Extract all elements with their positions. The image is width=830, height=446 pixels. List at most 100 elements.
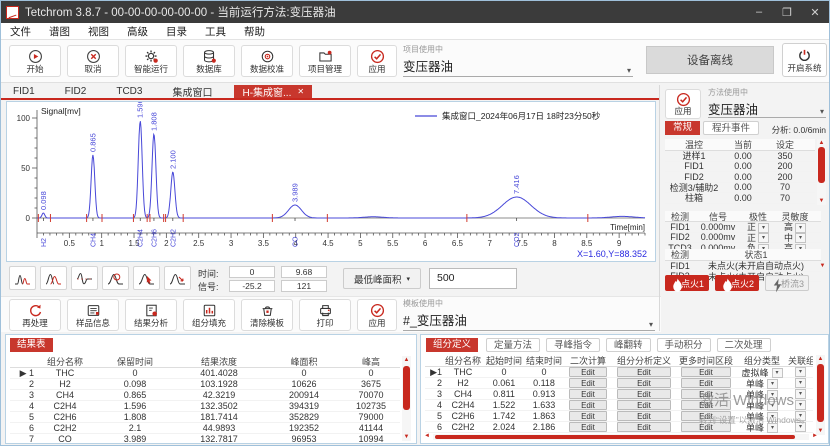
edit-button[interactable]: Edit xyxy=(569,411,607,421)
method-combo[interactable]: 方法使用中 变压器油 ▾ xyxy=(708,87,826,118)
component-row-C2H2[interactable]: 6C2H22.0242.186EditEditEdit单峰▾▾ xyxy=(425,422,813,433)
peak-drop-tool-button[interactable] xyxy=(164,266,191,290)
edit-button[interactable]: Edit xyxy=(681,378,731,388)
chevron-down-icon[interactable]: ▾ xyxy=(795,411,806,421)
result-row-THC[interactable]: ▶ 1THC0401.402800 xyxy=(10,368,400,379)
cancel-button[interactable]: 取消 xyxy=(67,45,119,77)
minimize-button[interactable]: – xyxy=(745,6,773,18)
tab-general[interactable]: 常规 xyxy=(665,121,700,135)
peak-updown-tool-button[interactable] xyxy=(71,266,98,290)
menu-tools[interactable]: 工具 xyxy=(196,24,235,39)
min-peak-area-dropdown[interactable]: 最低峰面积 ▾ xyxy=(343,268,421,289)
edit-button[interactable]: Edit xyxy=(569,422,607,432)
edit-button[interactable]: Edit xyxy=(617,422,671,432)
power-on-system-button[interactable]: 开启系统 xyxy=(782,43,827,77)
result-row-H2[interactable]: 2H20.098103.1928106263675 xyxy=(10,379,400,390)
component-fill-button[interactable]: 组分填充 xyxy=(183,299,235,331)
tab-fid2[interactable]: FID2 xyxy=(57,85,95,98)
chevron-down-icon[interactable]: ▾ xyxy=(627,66,631,75)
apply-method-button[interactable]: 应用 xyxy=(665,89,701,119)
menu-spectrum[interactable]: 谱图 xyxy=(40,24,79,39)
temp-zone-row[interactable]: 进样10.00350 xyxy=(665,151,815,162)
tab-fid1[interactable]: FID1 xyxy=(5,85,43,98)
result-row-CO[interactable]: 7CO3.989132.78179695310994 xyxy=(10,434,400,445)
signal-to-field[interactable]: 121 xyxy=(281,280,327,292)
edit-button[interactable]: Edit xyxy=(617,389,671,399)
edit-button[interactable]: Edit xyxy=(617,411,671,421)
menu-file[interactable]: 文件 xyxy=(1,24,40,39)
project-combo[interactable]: 项目使用中 变压器油 ▾ xyxy=(403,44,633,77)
chevron-down-icon[interactable]: ▾ xyxy=(767,423,778,433)
time-to-field[interactable]: 9.68 xyxy=(281,266,327,278)
result-row-C2H6[interactable]: 5C2H61.808181.741435282979000 xyxy=(10,412,400,423)
edit-button[interactable]: Edit xyxy=(681,367,731,377)
edit-button[interactable]: Edit xyxy=(681,389,731,399)
ignite-1-button[interactable]: 点火1 xyxy=(665,275,709,291)
tab-二次处理[interactable]: 二次处理 xyxy=(717,338,771,352)
edit-button[interactable]: Edit xyxy=(681,411,731,421)
tab-temp-program[interactable]: 程升事件 xyxy=(703,121,759,135)
clear-template-button[interactable]: 清除模板 xyxy=(241,299,293,331)
edit-button[interactable]: Edit xyxy=(681,400,731,410)
edit-button[interactable]: Edit xyxy=(617,367,671,377)
signal-from-field[interactable]: -25.2 xyxy=(229,280,275,292)
chevron-down-icon[interactable]: ▾ xyxy=(649,320,653,329)
sample-info-button[interactable]: 样品信息 xyxy=(67,299,119,331)
start-button[interactable]: 开始 xyxy=(9,45,61,77)
edit-button[interactable]: Edit xyxy=(569,367,607,377)
chromatogram-plot[interactable]: 0501000.511.522.533.544.555.566.577.588.… xyxy=(7,102,655,261)
peak-outline-tool-button[interactable] xyxy=(9,266,36,290)
components-hscrollbar[interactable]: ◄ ► xyxy=(433,434,809,440)
result-row-C2H4[interactable]: 4C2H41.596132.3502394319102735 xyxy=(10,401,400,412)
time-from-field[interactable]: 0 xyxy=(229,266,275,278)
apply-template-button[interactable]: 应用 xyxy=(357,299,397,331)
tab-组分定义[interactable]: 组分定义 xyxy=(426,338,478,352)
menu-view[interactable]: 视图 xyxy=(79,24,118,39)
chevron-down-icon[interactable]: ▾ xyxy=(795,367,806,377)
edit-button[interactable]: Edit xyxy=(681,422,731,432)
chevron-down-icon[interactable]: ▾ xyxy=(795,378,806,388)
menu-advanced[interactable]: 高级 xyxy=(118,24,157,39)
edit-button[interactable]: Edit xyxy=(569,378,607,388)
bridge-current-button[interactable]: 桥流3 xyxy=(765,275,809,291)
tab-tcd3[interactable]: TCD3 xyxy=(108,85,150,98)
status-scroll-caret[interactable]: ▼ xyxy=(818,263,827,269)
menu-help[interactable]: 帮助 xyxy=(235,24,274,39)
edit-button[interactable]: Edit xyxy=(569,400,607,410)
result-row-CH4[interactable]: 3CH40.86542.321920091470070 xyxy=(10,390,400,401)
maximize-button[interactable]: ❐ xyxy=(773,6,801,19)
temp-table-scrollbar[interactable]: ▲ ▼ xyxy=(817,139,826,205)
temp-zone-row[interactable]: 柱箱0.0070 xyxy=(665,193,815,204)
calibrate-button[interactable]: 数据校准 xyxy=(241,45,293,77)
tab-寻峰指令[interactable]: 寻峰指令 xyxy=(546,338,600,352)
result-row-C2H2[interactable]: 6C2H22.144.989319235241144 xyxy=(10,423,400,434)
tab-results-table[interactable]: 结果表 xyxy=(10,338,53,352)
template-combo[interactable]: 模板使用中 #_变压器油 ▾ xyxy=(403,298,655,331)
close-tab-icon[interactable]: ✕ xyxy=(297,87,304,96)
smart-run-button[interactable]: 智能运行 xyxy=(125,45,177,77)
chevron-down-icon[interactable]: ▾ xyxy=(795,389,806,399)
edit-button[interactable]: Edit xyxy=(617,378,671,388)
device-offline-button[interactable]: 设备离线 xyxy=(646,46,774,74)
edit-button[interactable]: Edit xyxy=(569,389,607,399)
chevron-down-icon[interactable]: ▾ xyxy=(795,422,806,432)
tab-定量方法[interactable]: 定量方法 xyxy=(486,338,540,352)
peak-circle-tool-button[interactable] xyxy=(102,266,129,290)
chevron-down-icon[interactable]: ▾ xyxy=(795,400,806,410)
tab-手动积分[interactable]: 手动积分 xyxy=(657,338,711,352)
menu-directory[interactable]: 目录 xyxy=(157,24,196,39)
results-scrollbar[interactable]: ▲ ▼ xyxy=(402,356,411,441)
temp-zone-row[interactable]: FID10.00200 xyxy=(665,162,815,173)
edit-button[interactable]: Edit xyxy=(617,400,671,410)
tab-峰翻转[interactable]: 峰翻转 xyxy=(606,338,651,352)
min-peak-area-input[interactable]: 500 xyxy=(429,268,517,289)
peak-cursor-tool-button[interactable] xyxy=(133,266,160,290)
tab-h-integration-active[interactable]: H-集成窗... ✕ xyxy=(234,85,312,98)
peak-double-tool-button[interactable] xyxy=(40,266,67,290)
components-vscrollbar[interactable]: ▲ ▼ xyxy=(816,355,825,435)
chevron-down-icon[interactable]: ▾ xyxy=(820,107,824,116)
tab-integration-window[interactable]: 集成窗口 xyxy=(164,85,220,98)
apply-project-button[interactable]: 应用 xyxy=(357,45,397,77)
close-button[interactable]: ✕ xyxy=(801,6,829,19)
ignite-2-button[interactable]: 点火2 xyxy=(715,275,759,291)
